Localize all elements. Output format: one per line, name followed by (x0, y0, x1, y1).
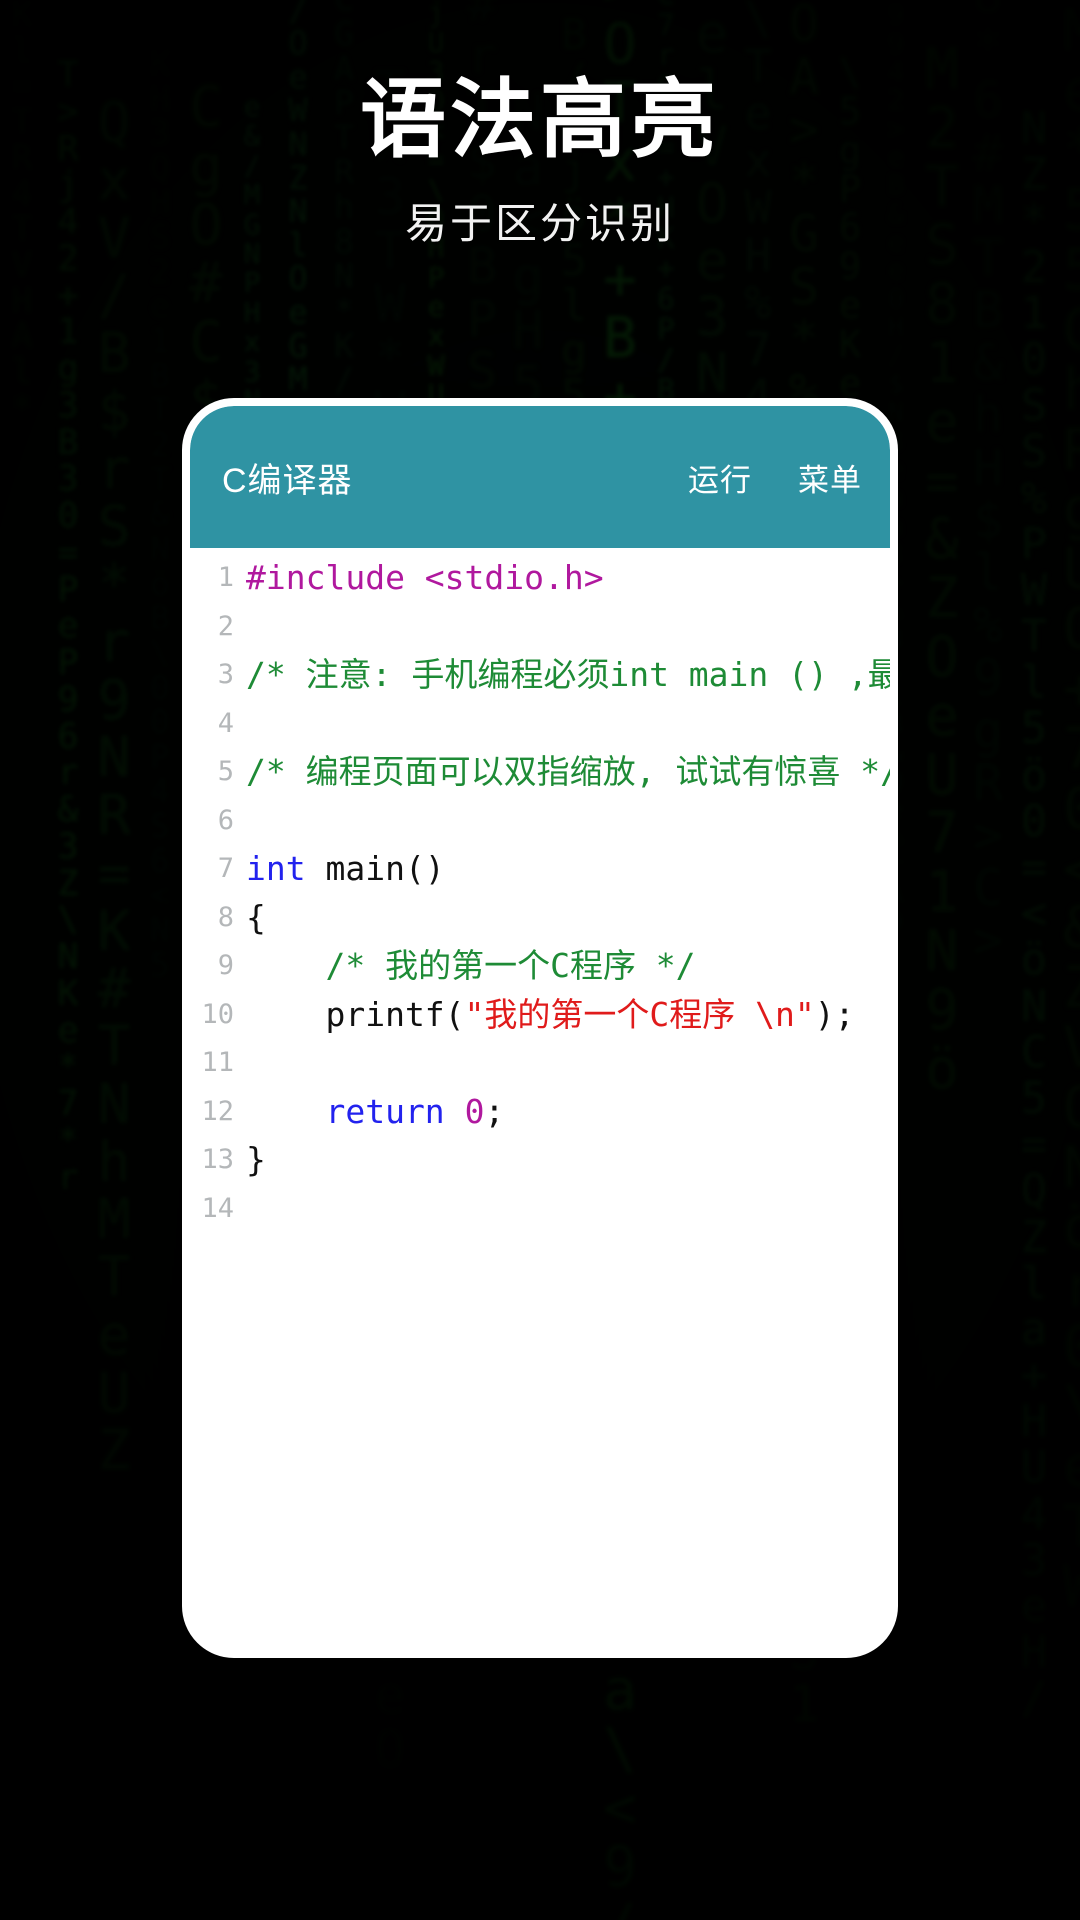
code-token: { (246, 897, 266, 937)
code-text: /* 我的第一个C程序 */ (246, 942, 890, 991)
code-text: return 0; (246, 1088, 890, 1137)
code-line[interactable]: 3 /* 注意: 手机编程必须int main () ,最后return 0; *… (190, 651, 890, 700)
code-line[interactable]: 12 return 0; (190, 1088, 890, 1137)
line-number: 13 (201, 1144, 234, 1175)
line-number: 12 (201, 1095, 234, 1127)
line-number: 10 (201, 998, 234, 1030)
line-number: 4 (217, 707, 234, 739)
code-line[interactable]: 5 /* 编程页面可以双指缩放, 试试有惊喜 */ (190, 748, 890, 797)
code-text: int main() (246, 845, 890, 894)
line-number: 5 (217, 756, 234, 787)
code-token: #include <stdio.h> (246, 558, 604, 597)
phone-screen: C编译器 运行 菜单 1 #include <stdio.h> 2 3 /* 注意: 手… (190, 406, 890, 1650)
phone-mockup: C编译器 运行 菜单 1 #include <stdio.h> 2 3 /* 注意: 手… (182, 398, 898, 1658)
code-token: 0 (464, 1091, 485, 1131)
code-text: /* 编程页面可以双指缩放, 试试有惊喜 */ (246, 748, 890, 797)
code-text: { (246, 894, 890, 943)
code-token: return (246, 1091, 445, 1131)
code-token: "我的第一个C程序 \n" (464, 994, 815, 1034)
run-button[interactable]: 运行 (688, 455, 752, 500)
app-toolbar-actions: 运行 菜单 (688, 455, 862, 500)
line-number: 2 (217, 610, 234, 642)
code-line[interactable]: 13} (190, 1136, 890, 1185)
code-line[interactable]: 14 (190, 1185, 890, 1234)
code-token: printf( (246, 994, 465, 1034)
line-number: 6 (217, 804, 234, 836)
code-token: } (246, 1140, 266, 1179)
code-line[interactable]: 10 printf("我的第一个C程序 \n"); (190, 991, 890, 1040)
code-line[interactable]: 2 (190, 603, 890, 652)
code-token: main() (305, 849, 445, 888)
code-token: ; (484, 1091, 505, 1131)
code-text: /* 注意: 手机编程必须int main () ,最后return 0; */ (246, 651, 890, 700)
code-token: int (246, 849, 306, 888)
promo-text-block: 语法高亮 易于区分识别 (0, 72, 1080, 251)
line-number: 1 (217, 562, 234, 593)
code-line[interactable]: 8{ (190, 894, 890, 943)
code-token: /* 我的第一个C程序 */ (246, 946, 696, 985)
menu-button[interactable]: 菜单 (798, 455, 862, 500)
code-line[interactable]: 6 (190, 797, 890, 846)
code-line[interactable]: 4 (190, 700, 890, 749)
code-token: /* 编程页面可以双指缩放, 试试有惊喜 */ (246, 752, 890, 791)
code-token: ); (814, 994, 855, 1034)
page-title: 语法高亮 (360, 72, 720, 168)
app-toolbar: C编译器 运行 菜单 (190, 406, 890, 548)
code-line[interactable]: 7 int main() (190, 845, 890, 894)
line-number: 3 (217, 659, 234, 690)
line-number: 14 (201, 1192, 234, 1224)
code-editor[interactable]: 1 #include <stdio.h> 2 3 /* 注意: 手机编程必须int ma… (190, 548, 890, 1650)
app-title: C编译器 (222, 461, 353, 500)
code-line[interactable]: 9 /* 我的第一个C程序 */ (190, 942, 890, 991)
line-number: 7 (217, 853, 234, 884)
code-text: } (246, 1136, 890, 1185)
code-line[interactable]: 1 #include <stdio.h> (190, 554, 890, 603)
page-subtitle: 易于区分识别 (404, 200, 675, 248)
code-line[interactable]: 11 (190, 1039, 890, 1088)
code-text: printf("我的第一个C程序 \n"); (246, 991, 890, 1040)
code-text: #include <stdio.h> (246, 554, 890, 603)
line-number: 11 (201, 1047, 234, 1078)
code-token: /* 注意: 手机编程必须int main () ,最后return 0; */ (246, 655, 890, 694)
line-number: 8 (217, 901, 234, 933)
line-number: 9 (217, 950, 234, 981)
